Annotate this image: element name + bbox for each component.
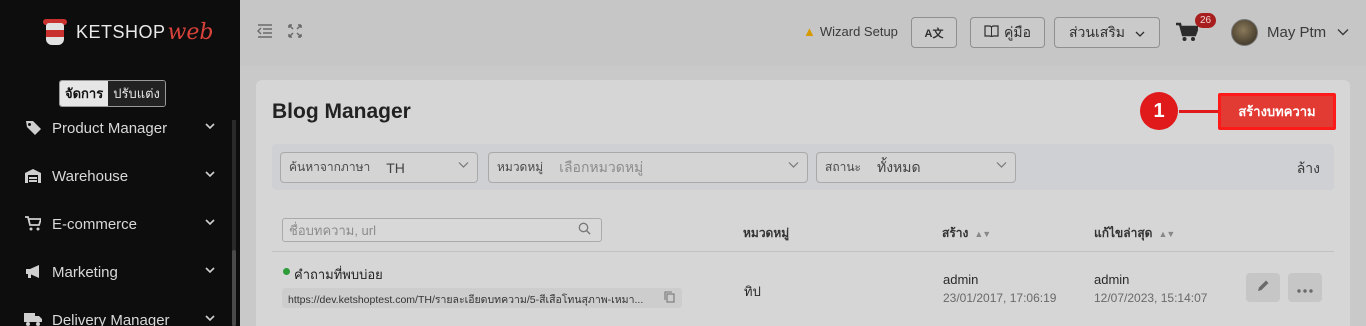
status-filter-label: สถานะ xyxy=(825,160,861,174)
translate-icon: A文 xyxy=(924,27,944,40)
mode-manage-tab[interactable]: จัดการ xyxy=(60,81,109,106)
sidebar-scrollbar-thumb[interactable] xyxy=(232,250,236,326)
truck-icon xyxy=(24,312,42,326)
page-title: Blog Manager xyxy=(272,100,411,123)
category-filter[interactable]: หมวดหมู่ เลือกหมวดหมู่ xyxy=(488,152,808,183)
table-row: คำถามที่พบบ่อย https://dev.ketshoptest.c… xyxy=(272,252,1334,326)
chevron-down-icon[interactable] xyxy=(1337,25,1349,39)
edit-button[interactable] xyxy=(1246,273,1280,302)
sidebar-item-product-manager[interactable]: Product Manager xyxy=(0,108,232,148)
column-header-updated-label: แก้ไขล่าสุด xyxy=(1094,226,1153,240)
column-header-created[interactable]: สร้าง ▲▼ xyxy=(942,224,991,243)
tag-icon xyxy=(24,120,42,136)
mode-customize-tab[interactable]: ปรับแต่ง xyxy=(108,81,165,106)
language-filter[interactable]: ค้นหาจากภาษา TH xyxy=(280,152,478,183)
megaphone-icon xyxy=(24,264,42,280)
cart-count-badge: 26 xyxy=(1195,13,1217,28)
category-filter-placeholder: เลือกหมวดหมู่ xyxy=(559,158,644,175)
wizard-setup-label: Wizard Setup xyxy=(819,24,898,39)
user-name[interactable]: May Ptm xyxy=(1267,24,1326,41)
category-filter-label: หมวดหมู่ xyxy=(497,160,544,174)
logo-cup-icon xyxy=(40,15,70,49)
sidebar-item-label: Delivery Manager xyxy=(52,311,170,326)
updated-by: admin xyxy=(1094,272,1130,287)
column-header-category: หมวดหมู่ xyxy=(743,226,790,240)
chevron-down-icon xyxy=(205,312,215,326)
sidebar-item-warehouse[interactable]: Warehouse xyxy=(0,156,232,196)
sidebar-item-ecommerce[interactable]: E-commerce xyxy=(0,204,232,244)
created-by: admin xyxy=(943,272,979,287)
sidebar-item-marketing[interactable]: Marketing xyxy=(0,252,232,292)
logo-web-text: web xyxy=(167,19,214,45)
create-article-button[interactable]: สร้างบทความ xyxy=(1218,93,1336,130)
warning-icon: ▲ xyxy=(803,24,816,39)
sidebar-item-label: Product Manager xyxy=(52,119,168,137)
table-header: หมวดหมู่ สร้าง ▲▼ แก้ไขล่าสุด ▲▼ xyxy=(272,206,1334,252)
ketshop-logo[interactable]: KETSHOP web xyxy=(40,14,213,50)
search-icon[interactable] xyxy=(578,222,591,238)
wizard-setup-link[interactable]: ▲ Wizard Setup xyxy=(803,24,898,39)
sidebar-item-delivery-manager[interactable]: Delivery Manager xyxy=(0,300,232,326)
more-options-button[interactable] xyxy=(1288,273,1322,302)
article-url: https://dev.ketshoptest.com/TH/รายละเอีย… xyxy=(282,288,682,308)
book-icon xyxy=(984,25,999,40)
more-dots-icon xyxy=(1297,280,1313,296)
article-search-input[interactable] xyxy=(289,219,569,241)
copy-icon[interactable] xyxy=(664,291,675,306)
warehouse-icon xyxy=(24,168,42,184)
sidebar-item-label: E-commerce xyxy=(52,215,138,233)
callout-line xyxy=(1179,110,1220,113)
column-header-created-label: สร้าง xyxy=(942,226,969,240)
cart-icon xyxy=(24,216,43,232)
chevron-down-icon xyxy=(205,120,215,134)
chevron-down-icon xyxy=(1135,25,1145,41)
updated-at: 12/07/2023, 15:14:07 xyxy=(1094,291,1208,305)
sort-icon[interactable]: ▲▼ xyxy=(974,229,991,239)
mode-toggle: จัดการ ปรับแต่ง xyxy=(59,80,166,107)
fullscreen-icon[interactable] xyxy=(288,24,302,43)
sidebar-item-label: Marketing xyxy=(52,263,118,281)
sidebar: KETSHOP web จัดการ ปรับแต่ง Product Mana… xyxy=(0,0,240,326)
article-category: ทิป xyxy=(744,284,761,299)
logo-text: KETSHOP xyxy=(76,21,166,42)
article-search-box[interactable] xyxy=(282,218,602,242)
sidebar-item-label: Warehouse xyxy=(52,167,129,185)
status-filter[interactable]: สถานะ ทั้งหมด xyxy=(816,152,1016,183)
chevron-down-icon xyxy=(788,160,799,172)
top-header: ▲ Wizard Setup A文 คู่มือ ส่วนเสริม 26 Ma… xyxy=(240,0,1366,66)
avatar[interactable] xyxy=(1231,19,1258,46)
chevron-down-icon xyxy=(205,216,215,230)
blog-manager-card: Blog Manager 1 สร้างบทความ ค้นหาจากภาษา … xyxy=(256,80,1350,326)
addons-label: ส่วนเสริม xyxy=(1068,23,1126,40)
cart-icon[interactable] xyxy=(1176,22,1200,48)
status-filter-value: ทั้งหมด xyxy=(876,158,921,175)
filter-bar: ค้นหาจากภาษา TH หมวดหมู่ เลือกหมวดหมู่ ส… xyxy=(272,144,1334,190)
status-dot xyxy=(283,268,290,275)
chevron-down-icon xyxy=(205,168,215,182)
chevron-down-icon xyxy=(996,160,1007,172)
column-header-updated[interactable]: แก้ไขล่าสุด ▲▼ xyxy=(1094,224,1175,243)
pencil-icon xyxy=(1256,279,1270,296)
translate-button[interactable]: A文 xyxy=(911,17,957,48)
sort-icon[interactable]: ▲▼ xyxy=(1158,229,1175,239)
chevron-down-icon xyxy=(458,160,469,172)
chevron-down-icon xyxy=(205,264,215,278)
language-filter-label: ค้นหาจากภาษา xyxy=(289,160,371,174)
addons-dropdown[interactable]: ส่วนเสริม xyxy=(1054,17,1160,48)
language-filter-value: TH xyxy=(386,159,405,176)
manual-button[interactable]: คู่มือ xyxy=(970,17,1045,48)
article-title[interactable]: คำถามที่พบบ่อย xyxy=(294,264,383,285)
clear-filters-button[interactable]: ล้าง xyxy=(1297,158,1320,180)
callout-badge: 1 xyxy=(1140,92,1178,130)
manual-label: คู่มือ xyxy=(1003,23,1031,40)
created-at: 23/01/2017, 17:06:19 xyxy=(943,291,1057,305)
collapse-sidebar-icon[interactable] xyxy=(257,24,273,43)
